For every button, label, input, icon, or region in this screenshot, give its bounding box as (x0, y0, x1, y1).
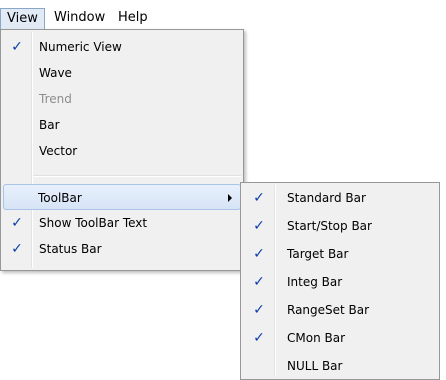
menu-item-status-bar[interactable]: ✓ Status Bar (3, 236, 241, 262)
menu-item-numeric-view[interactable]: ✓ Numeric View (3, 34, 241, 60)
submenu-item-null-bar[interactable]: NULL Bar (243, 353, 437, 379)
submenu-item-integ-bar[interactable]: ✓ Integ Bar (243, 269, 437, 295)
checkmark-icon: ✓ (253, 246, 265, 262)
menu-item-label: Bar (39, 118, 60, 132)
menu-item-toolbar[interactable]: ToolBar (3, 184, 241, 210)
checkmark-icon: ✓ (11, 215, 23, 231)
menu-item-label: Status Bar (39, 242, 102, 256)
checkmark-icon: ✓ (253, 190, 265, 206)
menu-item-vector[interactable]: Vector (3, 138, 241, 164)
menu-separator (33, 175, 241, 177)
toolbar-submenu: ✓ Standard Bar ✓ Start/Stop Bar ✓ Target… (240, 182, 440, 380)
menu-bar: View Window Help (0, 8, 446, 29)
application-window: View Window Help ✓ Numeric View Wave Tre… (0, 0, 446, 380)
menu-item-label: Start/Stop Bar (287, 219, 372, 233)
menu-item-label: NULL Bar (287, 359, 343, 373)
menu-item-label: Vector (39, 144, 78, 158)
menu-item-label: Show ToolBar Text (39, 216, 148, 230)
menu-item-wave[interactable]: Wave (3, 60, 241, 86)
menu-item-label: Target Bar (287, 247, 349, 261)
menu-item-show-toolbar-text[interactable]: ✓ Show ToolBar Text (3, 210, 241, 236)
menu-item-trend: Trend (3, 86, 241, 112)
menu-item-label: Trend (39, 92, 72, 106)
menu-item-label: ToolBar (38, 191, 82, 205)
menu-item-bar[interactable]: Bar (3, 112, 241, 138)
menu-item-label: Wave (39, 66, 72, 80)
checkmark-icon: ✓ (253, 274, 265, 290)
submenu-item-target-bar[interactable]: ✓ Target Bar (243, 241, 437, 267)
menu-item-label: Integ Bar (287, 275, 343, 289)
view-menu: ✓ Numeric View Wave Trend Bar Vector Too… (0, 29, 244, 271)
submenu-item-cmon-bar[interactable]: ✓ CMon Bar (243, 325, 437, 351)
checkmark-icon: ✓ (11, 241, 23, 257)
menubar-help[interactable]: Help (112, 8, 156, 29)
menubar-window[interactable]: Window (48, 8, 114, 29)
checkmark-icon: ✓ (253, 302, 265, 318)
menu-item-label: Standard Bar (287, 191, 366, 205)
submenu-item-rangeset-bar[interactable]: ✓ RangeSet Bar (243, 297, 437, 323)
checkmark-icon: ✓ (253, 218, 265, 234)
checkmark-icon: ✓ (11, 39, 23, 55)
menu-item-label: Numeric View (39, 40, 122, 54)
submenu-item-standard-bar[interactable]: ✓ Standard Bar (243, 185, 437, 211)
checkmark-icon: ✓ (253, 330, 265, 346)
menubar-view[interactable]: View (0, 8, 45, 29)
menu-item-label: RangeSet Bar (287, 303, 370, 317)
menu-item-label: CMon Bar (287, 331, 346, 345)
submenu-arrow-icon (228, 194, 232, 202)
submenu-item-start-stop-bar[interactable]: ✓ Start/Stop Bar (243, 213, 437, 239)
